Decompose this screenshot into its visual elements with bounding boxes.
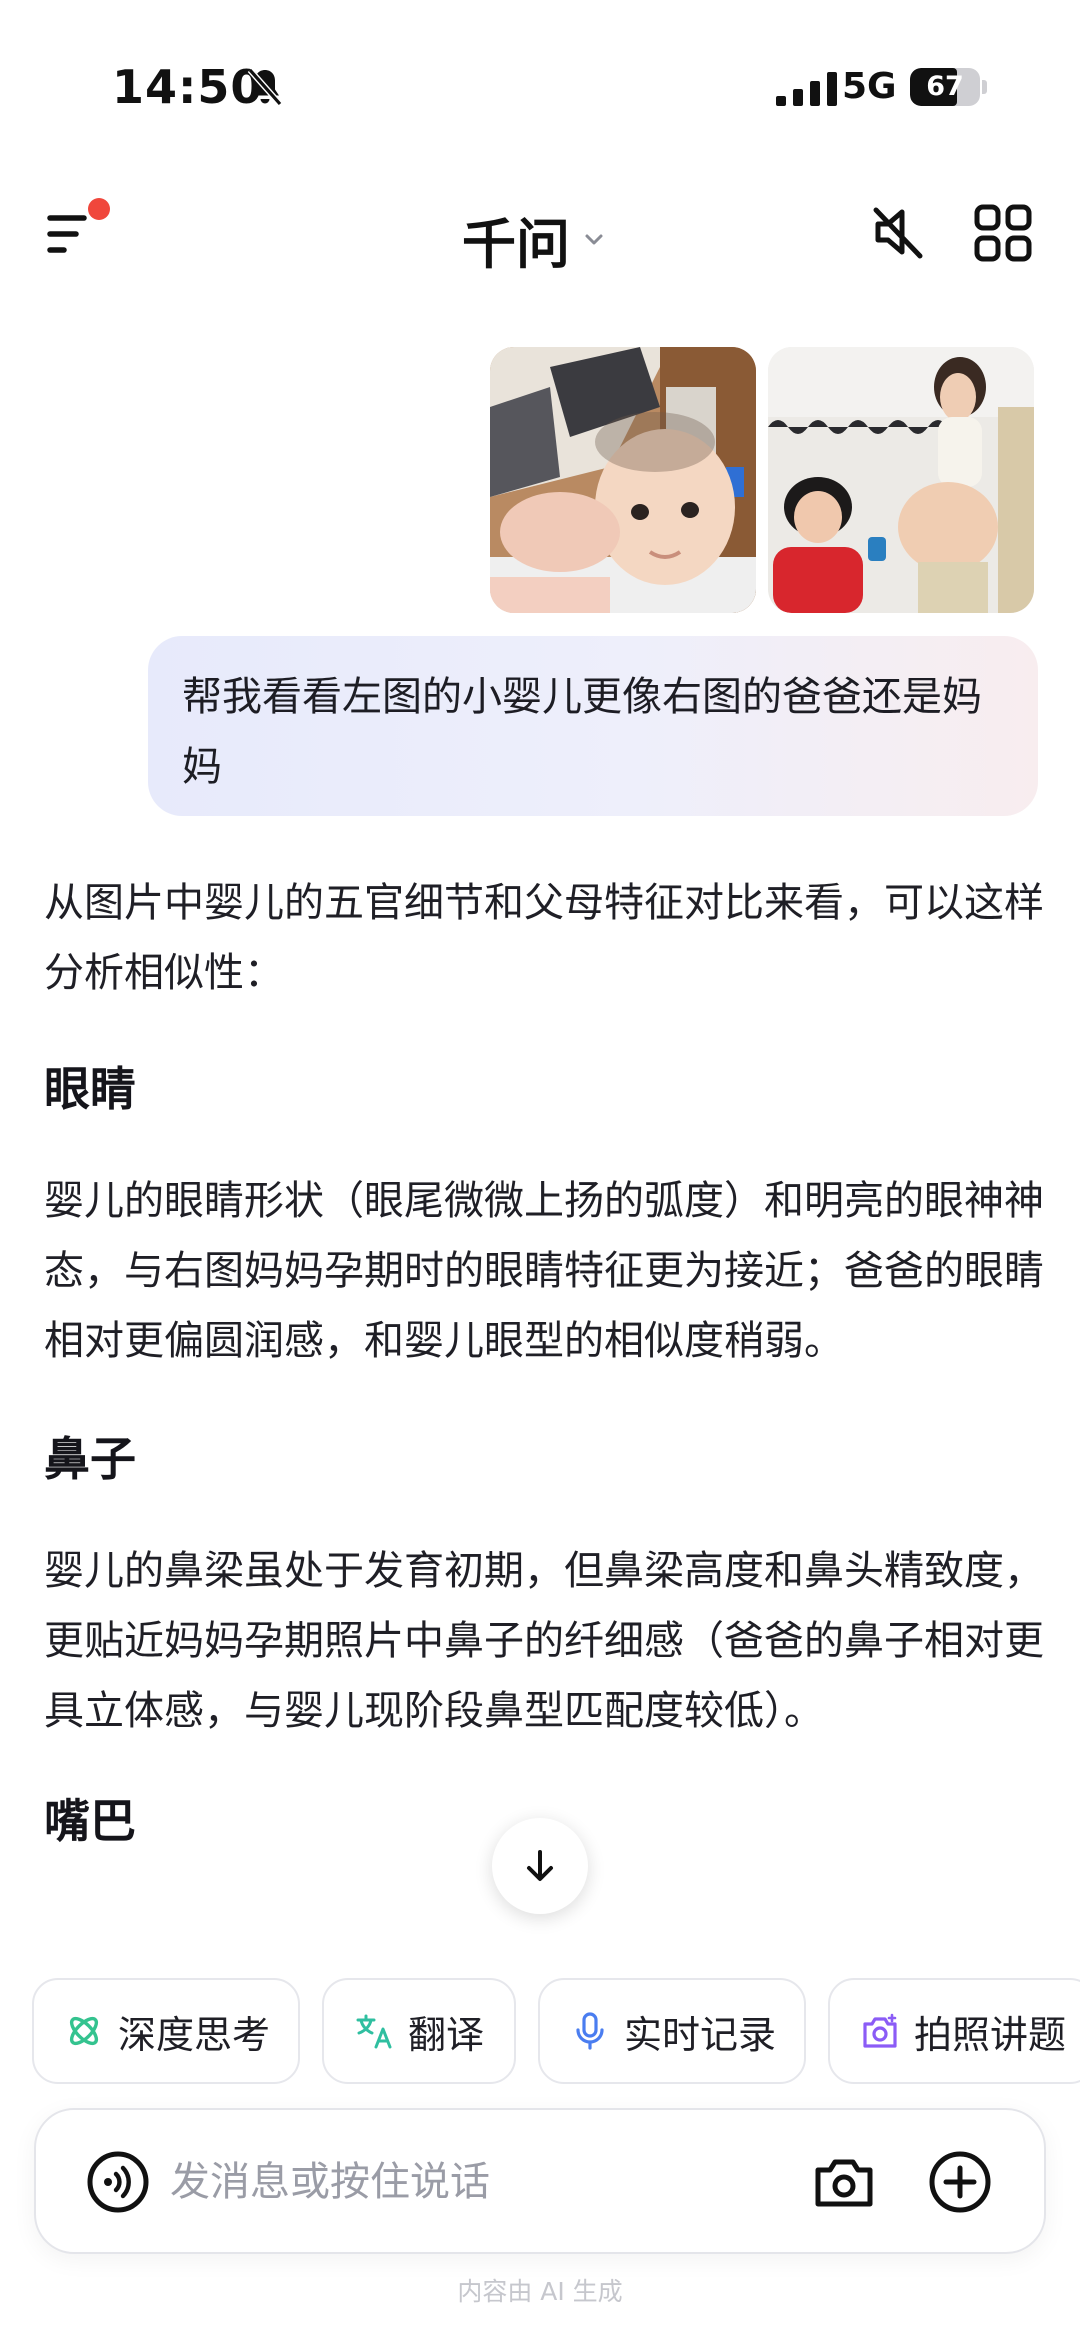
user-message-bubble: 帮我看看左图的小婴儿更像右图的爸爸还是妈妈 [148,636,1038,816]
message-input[interactable] [170,2150,730,2214]
chip-label: 深度思考 [118,2012,271,2057]
photo-explain-icon [863,2013,897,2048]
chip-deep-think[interactable]: 深度思考 [32,1978,300,2084]
chip-label: 实时记录 [624,2012,777,2057]
assistant-answer: 从图片中婴儿的五官细节和父母特征对比来看，可以这样分析相似性： 眼睛 婴儿的眼睛… [44,868,1044,1856]
chip-label: 拍照讲题 [914,2012,1067,2057]
chip-translate[interactable]: 翻译 [322,1978,516,2084]
voice-wave-icon[interactable] [86,2150,150,2214]
translate-icon [356,2014,392,2049]
arrow-down-icon [527,1850,553,1881]
section-heading-eyes: 眼睛 [44,1062,136,1116]
section-body-nose: 婴儿的鼻梁虽处于发育初期，但鼻梁高度和鼻头精致度，更贴近妈妈孕期照片中鼻子的纤细… [44,1548,1044,1734]
add-icon[interactable] [928,2150,992,2214]
chat-scroll-area[interactable]: 帮我看看左图的小婴儿更像右图的爸爸还是妈妈 从图片中婴儿的五官细节和父母特征对比… [0,0,1080,1960]
scroll-to-bottom-button[interactable] [492,1818,588,1914]
camera-icon[interactable] [812,2152,876,2212]
quick-actions: 深度思考 翻译 实时记录 拍照讲题 [32,1978,1080,2084]
section-body-eyes: 婴儿的眼睛形状（眼尾微微上扬的弧度）和明亮的眼神神态，与右图妈妈孕期时的眼睛特征… [44,1178,1044,1364]
microphone-icon [576,2012,604,2050]
parents-photo[interactable] [768,347,1034,613]
deep-think-icon [69,2016,99,2046]
answer-intro: 从图片中婴儿的五官细节和父母特征对比来看，可以这样分析相似性： [44,880,1044,996]
message-composer [34,2108,1046,2254]
chip-photo-explain[interactable]: 拍照讲题 [828,1978,1080,2084]
chip-live-record[interactable]: 实时记录 [538,1978,806,2084]
ai-disclaimer: 内容由 AI 生成 [457,2277,623,2306]
chip-label: 翻译 [408,2012,485,2057]
user-image-attachments [490,347,1034,613]
baby-photo[interactable] [490,347,756,613]
section-heading-nose: 鼻子 [44,1432,136,1486]
